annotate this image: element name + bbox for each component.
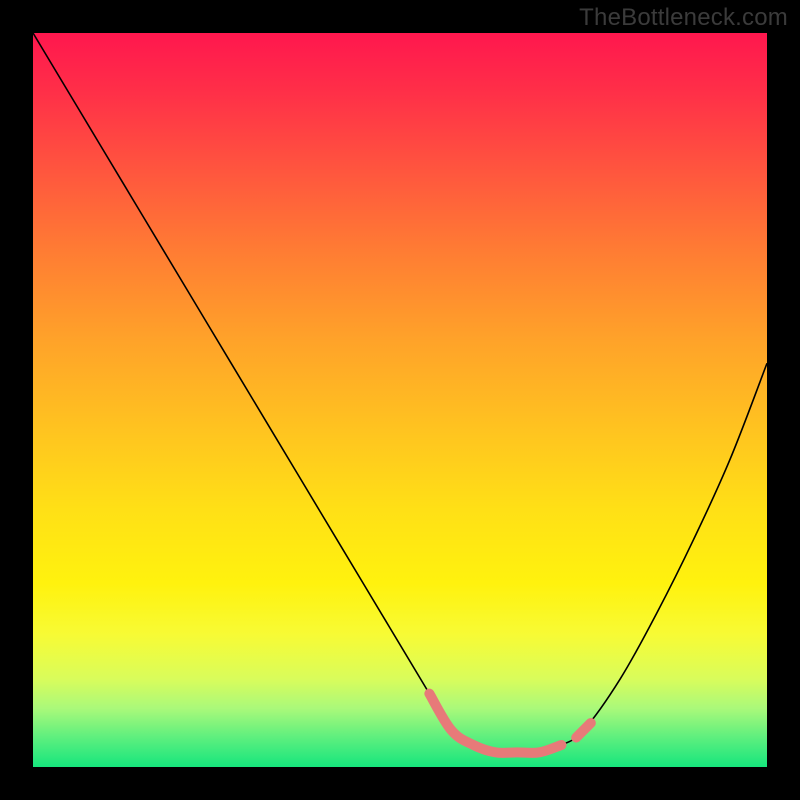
- highlight-band-left: [429, 694, 561, 753]
- watermark-text: TheBottleneck.com: [579, 4, 788, 32]
- bottleneck-curve: [33, 33, 767, 753]
- plot-area: [33, 33, 767, 767]
- curve-svg: [33, 33, 767, 767]
- chart-frame: TheBottleneck.com: [0, 0, 800, 800]
- highlight-band-right: [576, 723, 591, 738]
